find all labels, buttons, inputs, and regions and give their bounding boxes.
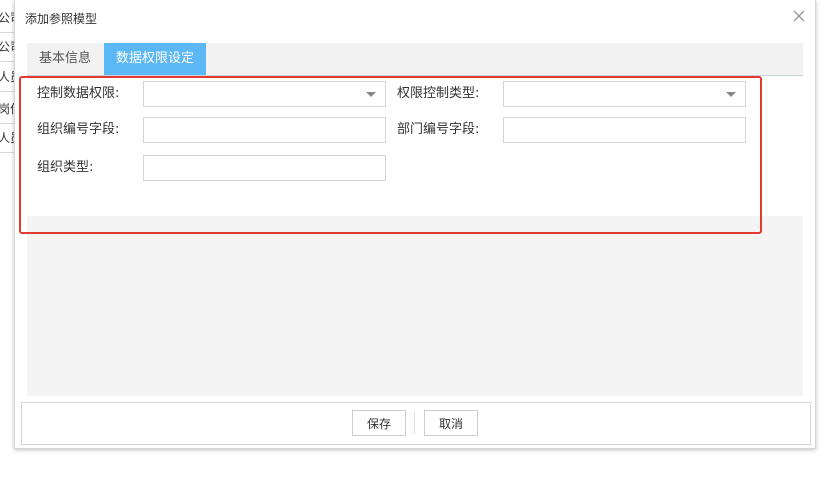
chevron-down-icon <box>726 92 736 97</box>
button-divider <box>414 412 415 434</box>
control-data-permission-select[interactable] <box>143 81 386 107</box>
data-permission-form: 控制数据权限: 权限控制类型: 组织编号字段: 部门编号字段: 组织类型: <box>27 76 803 216</box>
tab-content: 控制数据权限: 权限控制类型: 组织编号字段: 部门编号字段: 组织类型: <box>19 76 803 396</box>
permission-control-type-select[interactable] <box>503 81 746 107</box>
org-type-label: 组织类型: <box>37 160 94 175</box>
close-icon[interactable] <box>791 9 807 25</box>
close-icon-glyph <box>793 10 805 22</box>
org-code-field-label: 组织编号字段: <box>37 122 120 137</box>
dialog-footer: 保存 取消 <box>21 402 811 445</box>
org-type-input[interactable] <box>143 155 386 181</box>
tab-basic-info[interactable]: 基本信息 <box>27 43 103 75</box>
dialog-title: 添加参照模型 <box>25 12 98 26</box>
org-code-field-input[interactable] <box>143 117 386 143</box>
dept-code-field-input[interactable] <box>503 117 746 143</box>
tab-data-permission[interactable]: 数据权限设定 <box>104 43 207 75</box>
save-button[interactable]: 保存 <box>352 410 406 436</box>
add-reference-model-dialog: 添加参照模型 基本信息 数据权限设定 控制数据权限: 权限控制类型: 组织编号字… <box>14 0 816 449</box>
chevron-down-icon <box>366 92 376 97</box>
cancel-button[interactable]: 取消 <box>424 410 478 436</box>
permission-control-type-label: 权限控制类型: <box>397 86 480 101</box>
page: 公司 公司 人员 岗位 人员 添加参照模型 基本信息 数据权限设定 控制数据权限… <box>0 0 837 489</box>
dept-code-field-label: 部门编号字段: <box>397 122 480 137</box>
control-data-permission-label: 控制数据权限: <box>37 86 120 101</box>
tab-bar: 基本信息 数据权限设定 <box>27 43 803 76</box>
